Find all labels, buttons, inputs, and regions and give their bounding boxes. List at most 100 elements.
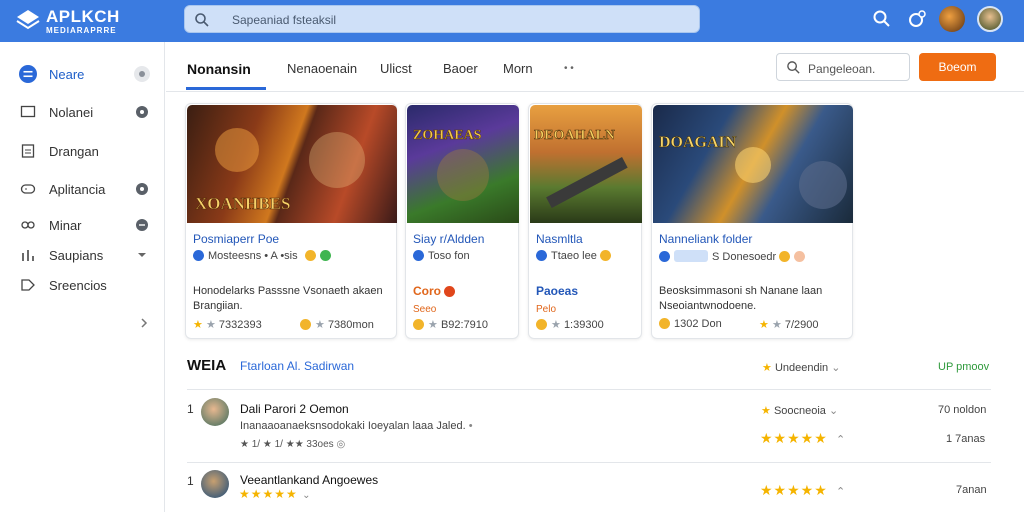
game-art: XOANHBES [195,128,365,213]
row-rank: 1 [187,474,194,488]
game-card[interactable]: XOANHBES Posmiaperr Poe Mosteesns • A •s… [185,103,397,339]
row-title[interactable]: Veeantlankand Angoewes [240,473,378,487]
developer-icon [659,251,670,262]
sidebar-item-label: Nolanei [49,105,94,120]
game-meta: Toso fon [413,250,470,262]
game-art-title: ZOHAEAS [413,128,482,143]
tab-nonansin[interactable]: Nonansin [187,61,251,77]
game-card[interactable]: ZOHAEAS Siay r/Aldden Toso fon Coro Seeo… [405,103,519,339]
toggle-icon [134,66,150,82]
content-search-input[interactable]: Pangeleoan. [776,53,910,81]
app-logo[interactable]: APLKCH MEDIARAPRRE [16,7,146,37]
row-meta: ★ 1/ ★ 1/ ★★ 33oes ◎ [240,439,345,450]
star-icon: ★ [428,319,438,331]
coin-icon [536,319,547,330]
search-icon [787,61,800,74]
game-art: DOAGAIN [659,134,847,209]
profile-avatar[interactable] [977,6,1003,32]
logo-icon [16,10,40,30]
tag-icon [21,279,35,291]
tag-badge [674,250,708,262]
sidebar-item-aplitancia[interactable]: Aplitancia [0,174,165,204]
star-icon: ★ [315,319,325,331]
game-meta: Ttaeo lee [536,250,615,262]
developer-icon [413,250,424,261]
chevron-up-icon[interactable]: ⌃ [836,433,845,446]
monitor-icon [20,105,36,118]
rating-value: B92:7910 [440,319,489,331]
game-title: Posmiaperr Poe [193,232,280,246]
top-bar: APLKCH MEDIARAPRRE Sapeaniad fsteaksil [0,0,1024,42]
menu-icon [19,65,37,83]
sidebar-item-neare[interactable]: Neare [0,59,165,89]
sort-label: Undeendin [774,362,829,374]
developer-icon [536,250,547,261]
section-title: WEIA [187,357,227,374]
game-art-title: XOANHBES [195,194,290,213]
game-card[interactable]: DEOAHALN Nasmltla Ttaeo lee Paoeas Pelo … [528,103,642,339]
price-label: Coro [413,284,441,298]
row-title[interactable]: Dali Parori 2 Oemon [240,402,349,416]
chevron-up-icon[interactable]: ⌃ [836,485,845,498]
badge-icon [794,251,806,262]
chevron-down-icon: ⌄ [831,362,841,374]
rating-value: 1:39300 [563,319,604,331]
sidebar-item-minar[interactable]: Minar [0,210,165,240]
section-link[interactable]: UP pmoov [938,361,989,373]
tab-ulicst[interactable]: Ulicst [380,61,412,76]
settings-icon [136,106,148,118]
filter-dropdown[interactable]: ★ Soocneoia ⌄ [761,404,838,417]
game-meta-text: Ttaeo lee [551,250,597,262]
tab-morn[interactable]: Morn [503,61,533,76]
primary-action-button[interactable]: Boeom [919,53,996,81]
rating-value: 1302 Don [674,318,722,330]
game-meta: Mosteesns • A •sis [193,250,335,262]
global-search-input[interactable]: Sapeaniad fsteaksil [184,5,700,33]
chat-icon [136,219,148,231]
sort-dropdown[interactable]: ★ Undeendin ⌄ [762,361,840,374]
game-subtitle: Seeo [413,304,437,315]
search-placeholder: Sapeaniad fsteaksil [232,13,337,27]
coin-icon [304,250,316,261]
tab-baoer[interactable]: Baoer [443,61,478,76]
game-meta-text: Toso fon [428,250,470,262]
game-title: Nasmltla [536,232,583,246]
row-star-rating: ★★★★★ ⌄ [239,487,312,501]
game-subtitle: Pelo [536,304,557,315]
chevron-right-icon[interactable] [138,317,150,329]
game-downloads: ★ 7380mon [300,318,374,331]
search-icon[interactable] [870,7,894,31]
game-thumbnail: DEOAHALN [530,105,642,223]
badge-icon [444,286,456,297]
star-icon: ★ [193,319,203,331]
sidebar-item-sreencios[interactable]: Sreencios [0,270,165,300]
coin-icon [779,251,791,262]
filter-label: Soocneoia [773,405,826,417]
row-star-rating-right: ★★★★★ [760,482,828,498]
notification-icon[interactable] [905,7,929,31]
game-card[interactable]: DOAGAIN Nanneliank folder S Donesoedr Be… [651,103,853,339]
sidebar-item-drangan[interactable]: Drangan [0,136,165,166]
sidebar-item-nolanei[interactable]: Nolanei [0,97,165,127]
row-star-rating: ★★★★★ [760,430,828,446]
tab-nenaoenain[interactable]: Nenaoenain [287,61,357,76]
sidebar-item-label: Aplitancia [49,182,106,197]
search-placeholder: Pangeleoan. [808,62,876,76]
user-avatar[interactable] [939,6,965,32]
tab-more-icon[interactable]: • • [564,63,574,74]
game-description: Beosksimmasoni sh Nanane laan Nseoiantwn… [659,285,823,312]
rating-value: 7332393 [218,319,262,331]
star-icon: ★ [761,405,771,417]
game-meta: S Donesoedr [659,250,809,263]
downloads-value: 7/2900 [784,319,819,331]
sidebar-item-label: Minar [49,218,82,233]
badge-icon [319,250,331,261]
sidebar-item-saupians[interactable]: Saupians [0,240,165,270]
game-title: Nanneliank folder [659,232,753,246]
downloads-value: 7380mon [327,319,374,331]
row-count-secondary: 1 7anas [946,433,986,445]
game-rating: ★ ★ 7332393 [193,318,262,331]
section-subtitle[interactable]: Ftarloan Al. Sadirwan [240,359,354,373]
gamepad-icon [21,221,35,229]
coin-icon [599,250,611,261]
